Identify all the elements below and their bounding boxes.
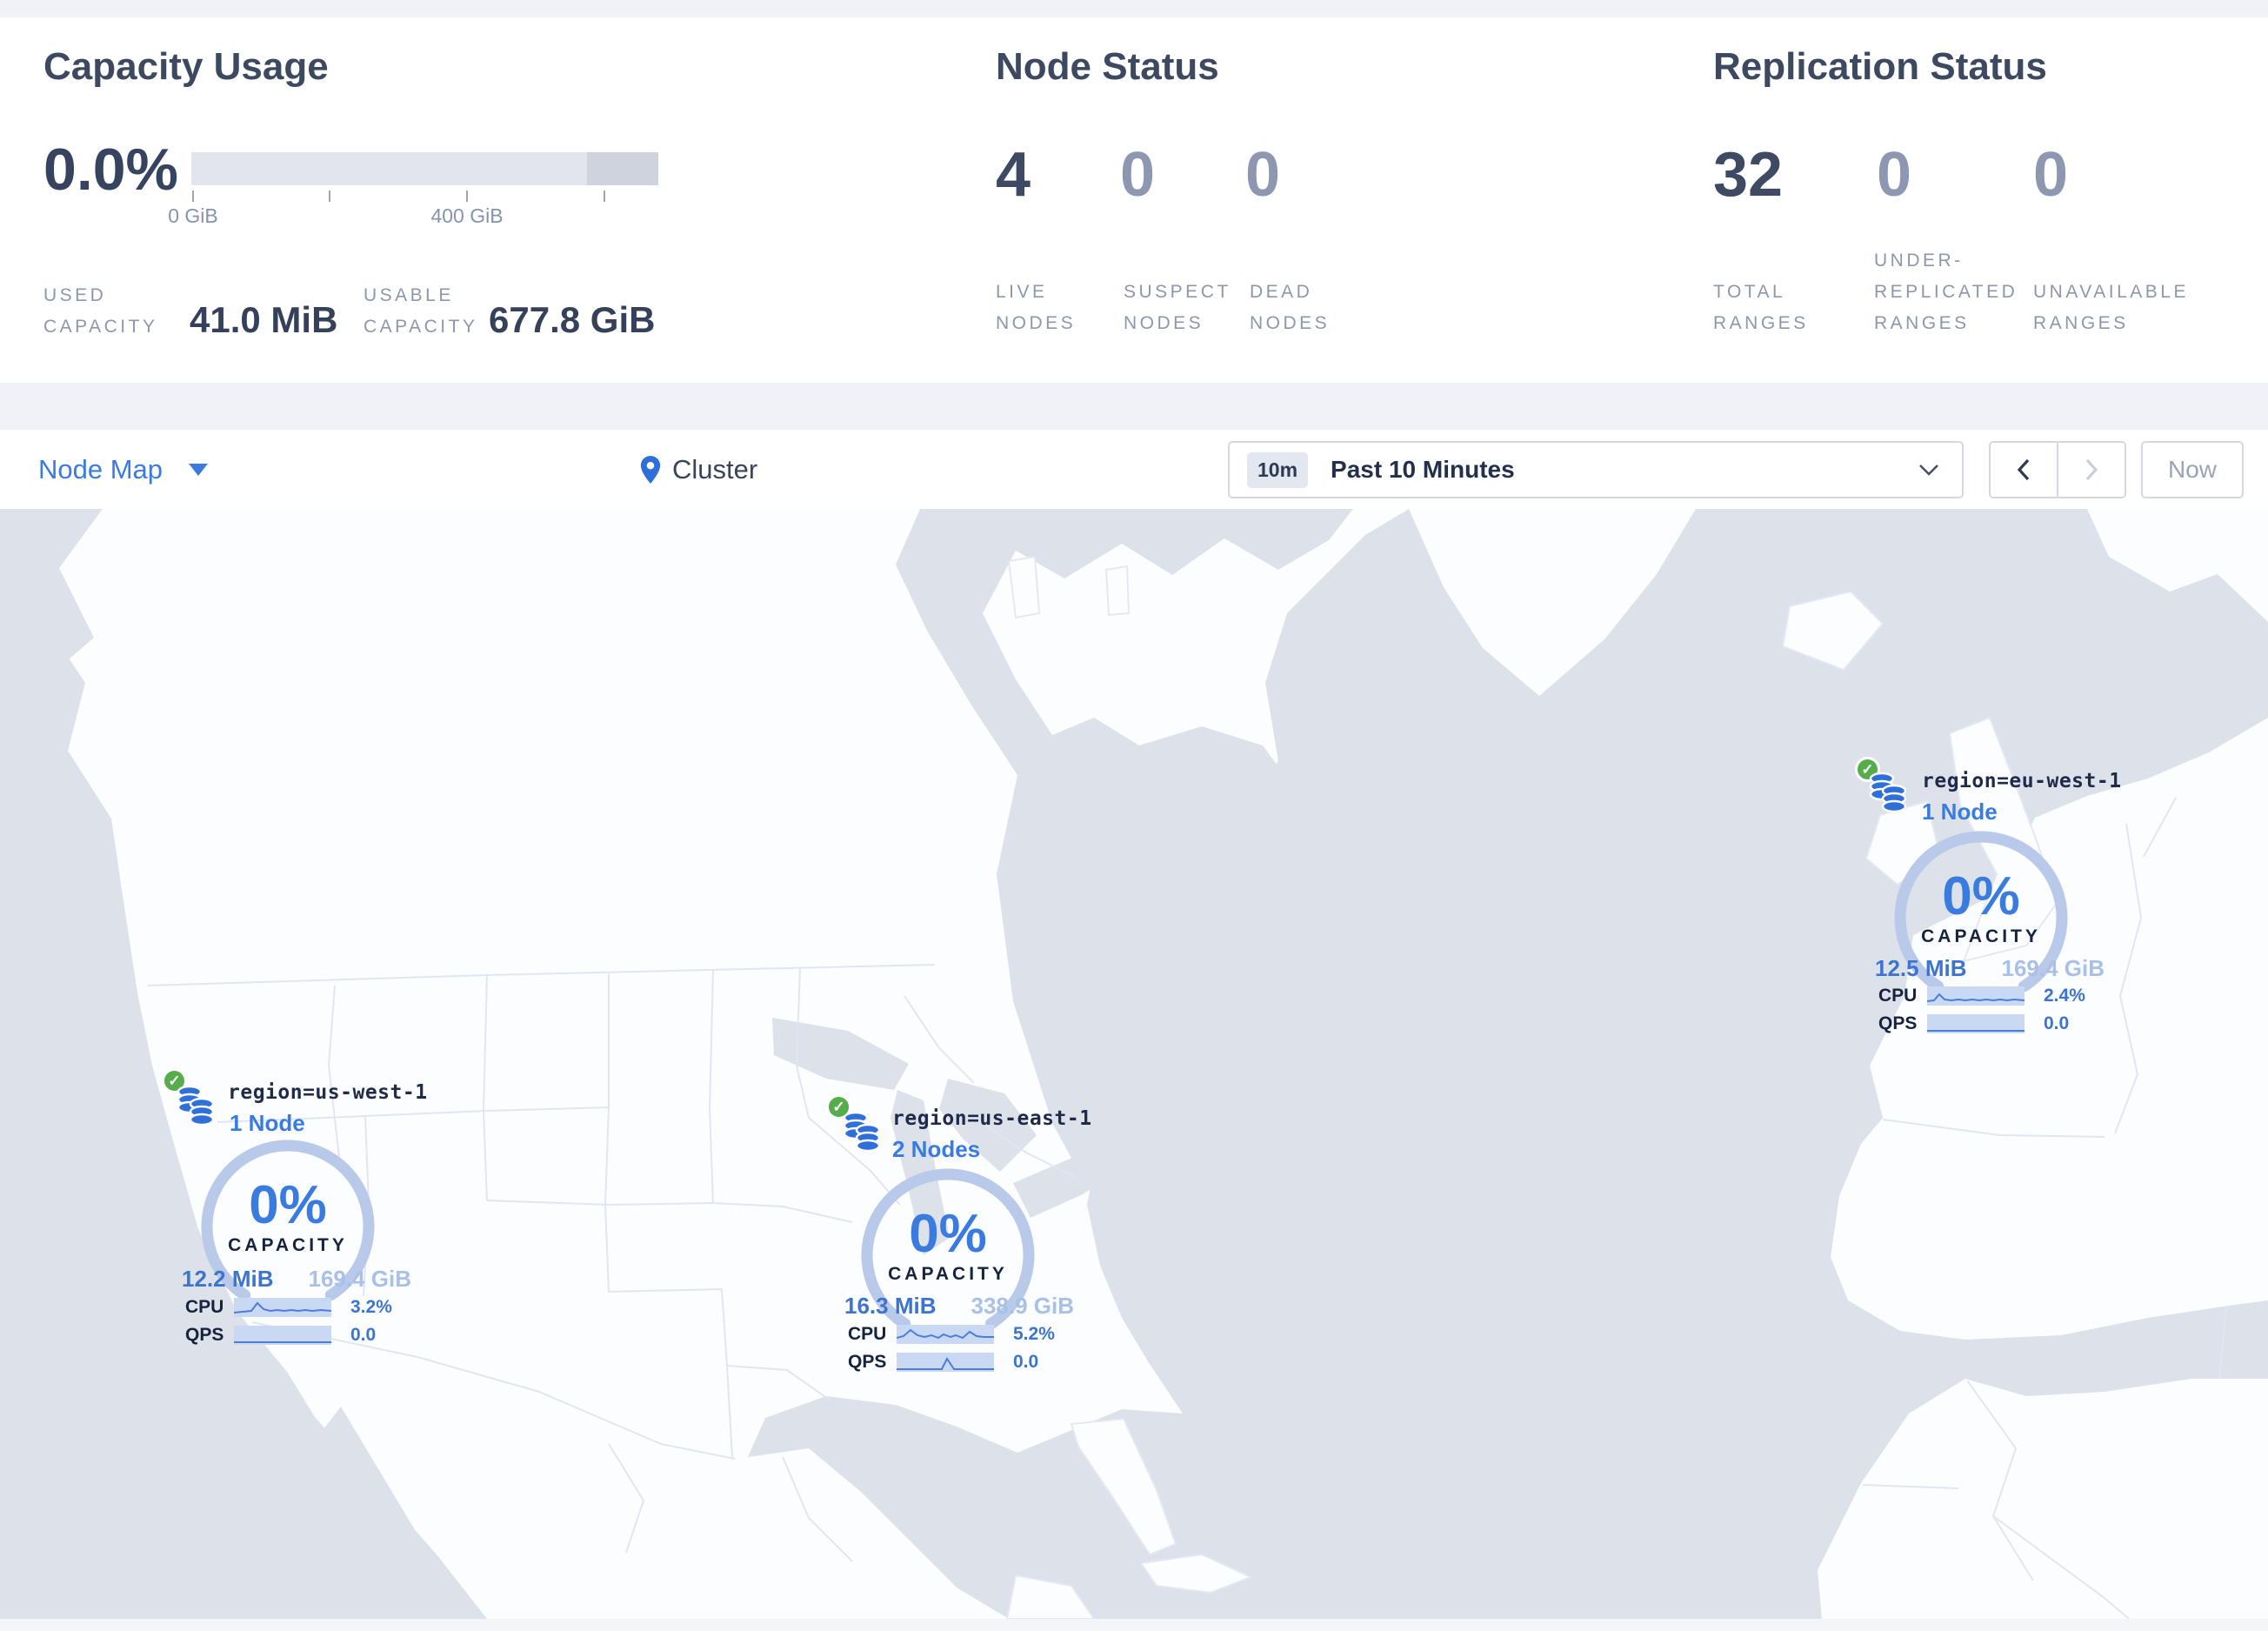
location-pin-icon xyxy=(640,456,661,484)
node-map[interactable] xyxy=(0,509,2268,1619)
database-stack-icon xyxy=(843,1111,881,1153)
breadcrumb[interactable]: Cluster xyxy=(639,447,757,492)
node-status-title: Node Status xyxy=(996,45,1219,88)
qps-value: 0.0 xyxy=(1013,1352,1039,1372)
qps-value: 0.0 xyxy=(350,1325,377,1345)
time-range-label: Past 10 Minutes xyxy=(1331,456,1515,483)
breadcrumb-label: Cluster xyxy=(672,454,758,485)
qps-row: QPS 0.0 xyxy=(848,1351,1038,1374)
capacity-values: 16.3 MiB 338.9 GiB xyxy=(844,1293,1074,1320)
chevron-left-icon xyxy=(2017,458,2030,481)
page-footer-strip xyxy=(0,1619,2268,1631)
time-nav-buttons xyxy=(1989,441,2126,498)
capacity-label: CAPACITY xyxy=(888,1264,1008,1284)
capacity-usage-title: Capacity Usage xyxy=(43,45,329,88)
usable-capacity-label: USABLE CAPACITY xyxy=(364,285,478,337)
capacity-bar: 0 GiB 400 GiB xyxy=(168,152,658,227)
chevron-down-icon xyxy=(1919,465,1938,476)
capacity-percent: 0% xyxy=(1942,866,2020,926)
used-capacity-label: USED CAPACITY xyxy=(43,285,158,337)
cpu-sparkline xyxy=(1927,986,2025,1006)
region-node-count: 1 Node xyxy=(230,1110,305,1136)
capacity-values: 12.5 MiB 169.4 GiB xyxy=(1875,955,2105,982)
axis-tick xyxy=(466,191,468,202)
database-stack-icon xyxy=(177,1085,215,1126)
used-capacity: 12.2 MiB xyxy=(182,1266,274,1292)
qps-sparkline xyxy=(897,1353,994,1372)
region-name: region=eu-west-1 xyxy=(1922,770,2122,792)
axis-tick xyxy=(192,191,194,202)
used-capacity: 16.3 MiB xyxy=(844,1293,937,1319)
cpu-row: CPU 3.2% xyxy=(185,1296,392,1319)
cpu-value: 2.4% xyxy=(2044,986,2085,1006)
replication-status-title: Replication Status xyxy=(1713,45,2047,88)
cpu-value: 3.2% xyxy=(350,1297,392,1317)
axis-tick xyxy=(329,191,330,202)
qps-label: QPS xyxy=(185,1325,224,1345)
qps-sparkline xyxy=(1927,1014,2025,1033)
region-node-count: 2 Nodes xyxy=(892,1136,981,1162)
region-node-count: 1 Node xyxy=(1922,799,1998,825)
prev-time-button[interactable] xyxy=(1991,443,2058,497)
cpu-label: CPU xyxy=(185,1297,224,1317)
cpu-sparkline xyxy=(234,1298,331,1317)
axis-tick-label: 0 GiB xyxy=(168,204,218,227)
now-button-label: Now xyxy=(2167,456,2217,483)
total-capacity: 338.9 GiB xyxy=(971,1293,1074,1319)
live-nodes-count: 4 xyxy=(996,140,1031,210)
dead-nodes-label: DEAD NODES xyxy=(1250,282,1331,333)
chevron-down-icon xyxy=(189,464,209,476)
suspect-nodes-count: 0 xyxy=(1120,140,1156,210)
dead-nodes-count: 0 xyxy=(1245,140,1281,210)
view-dropdown[interactable]: Node Map xyxy=(38,451,209,489)
time-range-badge: 10m xyxy=(1247,451,1309,488)
cpu-label: CPU xyxy=(848,1324,887,1344)
total-ranges-label: TOTAL RANGES xyxy=(1713,282,1809,333)
axis-tick xyxy=(604,191,605,202)
qps-label: QPS xyxy=(1878,1013,1918,1033)
unavailable-count: 0 xyxy=(2033,140,2069,210)
under-replicated-label: UNDER- REPLICATED RANGES xyxy=(1874,251,2018,333)
qps-value: 0.0 xyxy=(2044,1013,2070,1033)
qps-row: QPS 0.0 xyxy=(185,1324,376,1347)
qps-label: QPS xyxy=(848,1352,887,1372)
usable-capacity-value: 677.8 GiB xyxy=(489,299,656,340)
cpu-value: 5.2% xyxy=(1013,1324,1055,1344)
database-stack-icon xyxy=(1869,772,1907,813)
under-replicated-count: 0 xyxy=(1877,140,1912,210)
capacity-bar-overprovisioned xyxy=(587,152,658,185)
cpu-sparkline xyxy=(897,1325,994,1344)
live-nodes-label: LIVE NODES xyxy=(996,282,1077,333)
next-time-button[interactable] xyxy=(2058,443,2125,497)
now-button[interactable]: Now xyxy=(2141,441,2244,498)
chevron-right-icon xyxy=(2085,458,2098,481)
view-dropdown-label: Node Map xyxy=(38,454,163,485)
capacity-label: CAPACITY xyxy=(1921,926,2041,946)
region-name: region=us-east-1 xyxy=(892,1107,1092,1130)
capacity-values: 12.2 MiB 169.4 GiB xyxy=(182,1266,411,1293)
world-map xyxy=(0,509,2268,1619)
total-capacity: 169.4 GiB xyxy=(2001,955,2105,981)
time-range-select[interactable]: 10m Past 10 Minutes xyxy=(1228,441,1964,498)
total-capacity: 169.4 GiB xyxy=(308,1266,411,1292)
qps-sparkline xyxy=(234,1326,331,1345)
cpu-row: CPU 2.4% xyxy=(1878,985,2085,1007)
suspect-nodes-label: SUSPECT NODES xyxy=(1124,282,1231,333)
used-capacity-value: 41.0 MiB xyxy=(190,299,338,340)
cpu-label: CPU xyxy=(1878,986,1918,1006)
used-capacity: 12.5 MiB xyxy=(1875,955,1967,981)
capacity-label: CAPACITY xyxy=(228,1235,348,1255)
total-ranges-count: 32 xyxy=(1713,140,1784,210)
capacity-percent: 0% xyxy=(909,1204,987,1264)
cpu-row: CPU 5.2% xyxy=(848,1323,1055,1346)
qps-row: QPS 0.0 xyxy=(1878,1013,2069,1035)
unavailable-label: UNAVAILABLE RANGES xyxy=(2033,282,2189,333)
capacity-percent: 0% xyxy=(249,1175,327,1235)
region-name: region=us-west-1 xyxy=(228,1081,428,1104)
capacity-percent: 0.0% xyxy=(43,137,178,203)
axis-tick-label: 400 GiB xyxy=(430,204,504,227)
